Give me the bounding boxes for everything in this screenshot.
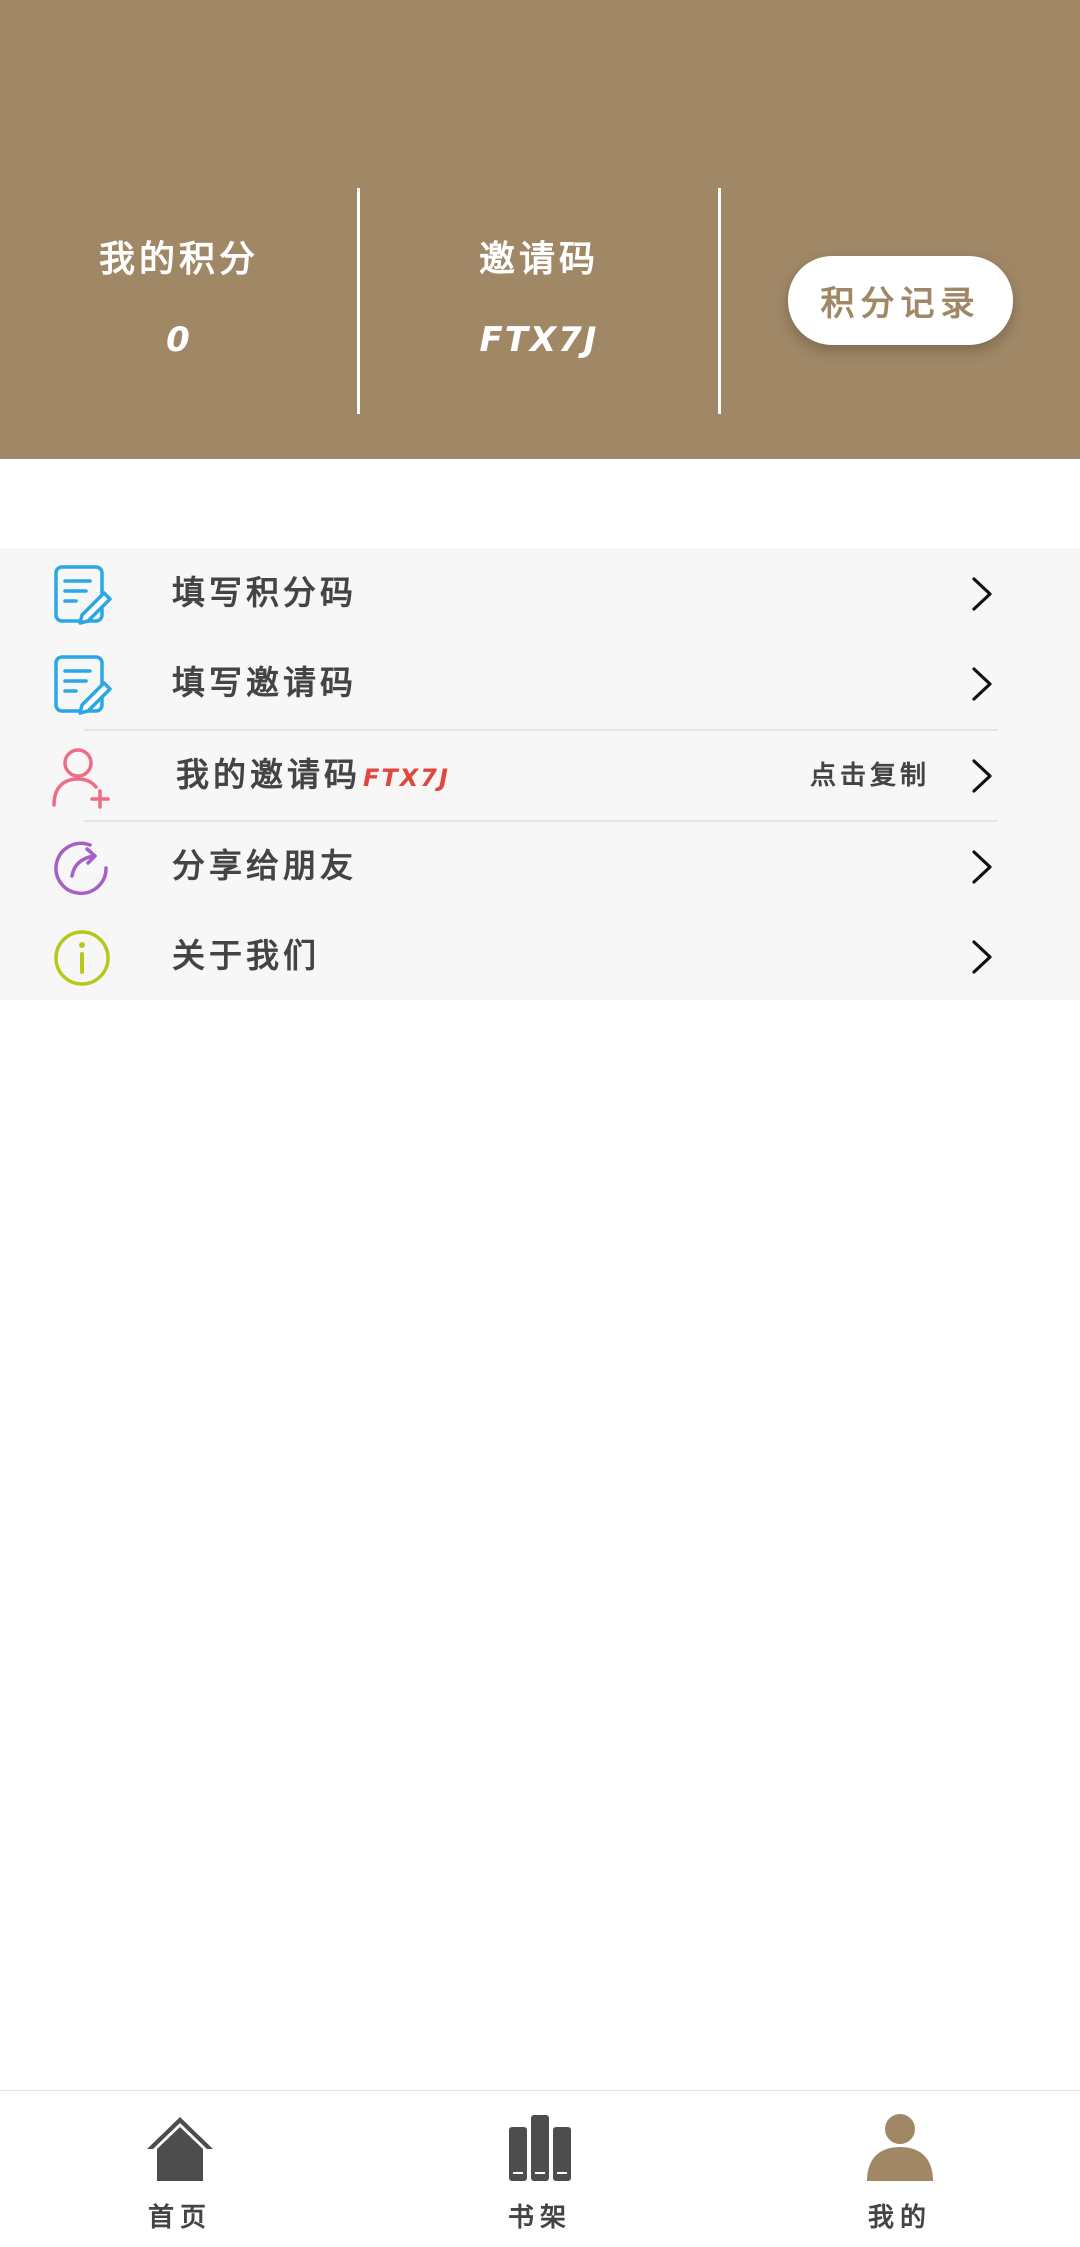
menu-item-about-us[interactable]: 关于我们 — [0, 911, 1080, 1001]
nav-label-mine: 我的 — [867, 2203, 932, 2233]
points-record-button[interactable]: 积分记录 — [788, 256, 1013, 345]
bookshelf-icon — [509, 2115, 571, 2181]
my-invite-code-label: 我的邀请码 — [176, 755, 361, 794]
menu-item-my-invite-code[interactable]: 我的邀请码FTX7J 点击复制 — [0, 730, 1080, 820]
my-invite-code-value: FTX7J — [363, 764, 450, 792]
home-icon — [147, 2117, 213, 2181]
chevron-right-icon — [972, 759, 992, 793]
profile-header: 我的积分 0 邀请码 FTX7J 积分记录 — [0, 0, 1080, 459]
menu-item-label: 我的邀请码FTX7J — [176, 730, 450, 820]
user-icon — [867, 2114, 933, 2181]
settings-menu: 填写积分码 填写邀请码 我的邀请码FTX7J 点击复制 分享给朋友 关于我们 — [0, 548, 1080, 1000]
menu-item-enter-invite-code[interactable]: 填写邀请码 — [0, 638, 1080, 728]
chevron-right-icon — [972, 850, 992, 884]
chevron-right-icon — [972, 577, 992, 611]
bottom-navigation: 首页 书架 我的 — [0, 2090, 1080, 2247]
header-divider — [718, 188, 721, 414]
share-icon — [54, 841, 108, 896]
edit-note-icon — [54, 655, 112, 715]
nav-item-mine[interactable]: 我的 — [720, 2091, 1080, 2247]
nav-item-home[interactable]: 首页 — [0, 2091, 360, 2247]
menu-item-enter-points-code[interactable]: 填写积分码 — [0, 548, 1080, 638]
nav-item-bookshelf[interactable]: 书架 — [360, 2091, 720, 2247]
nav-label-bookshelf: 书架 — [507, 2203, 572, 2233]
menu-item-label: 填写积分码 — [172, 573, 357, 612]
invite-code-label: 邀请码 — [478, 238, 599, 280]
my-points-label: 我的积分 — [98, 238, 259, 280]
info-icon — [54, 930, 110, 986]
my-points-stat: 我的积分 0 — [0, 188, 358, 414]
menu-item-label: 填写邀请码 — [172, 663, 357, 702]
menu-item-label: 分享给朋友 — [172, 846, 357, 885]
menu-item-label: 关于我们 — [172, 936, 320, 975]
copy-invite-code-link[interactable]: 点击复制 — [810, 730, 930, 820]
add-user-icon — [52, 748, 110, 809]
menu-item-share-to-friends[interactable]: 分享给朋友 — [0, 821, 1080, 911]
invite-code-stat: 邀请码 FTX7J — [360, 188, 718, 414]
my-points-value: 0 — [166, 320, 192, 360]
invite-code-value: FTX7J — [479, 320, 599, 360]
chevron-right-icon — [972, 940, 992, 974]
chevron-right-icon — [972, 667, 992, 701]
edit-note-icon — [54, 565, 112, 625]
nav-label-home: 首页 — [147, 2203, 212, 2233]
